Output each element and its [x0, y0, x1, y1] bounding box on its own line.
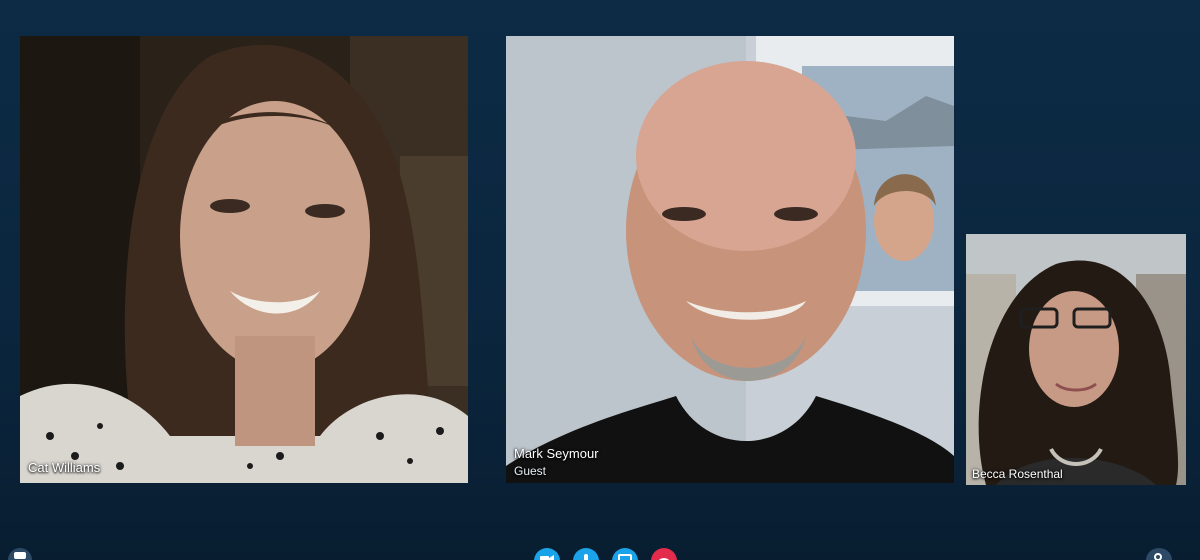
participant-name: Mark Seymour [514, 446, 599, 461]
video-toggle-button[interactable] [534, 548, 560, 560]
microphone-icon [584, 554, 588, 560]
video-tile-mark-seymour[interactable]: Mark Seymour Guest [506, 36, 954, 483]
participant-video-feed [20, 36, 468, 483]
participant-name: Becca Rosenthal [972, 467, 1063, 481]
chat-icon [14, 552, 26, 559]
participant-name: Cat Williams [28, 460, 101, 475]
settings-button[interactable] [1146, 548, 1172, 560]
screen-share-button[interactable] [612, 548, 638, 560]
microphone-toggle-button[interactable] [573, 548, 599, 560]
participant-role: Guest [514, 464, 547, 478]
chat-button[interactable] [8, 548, 32, 560]
screen-share-icon [618, 554, 632, 560]
participant-video-feed [966, 234, 1186, 485]
call-controls [534, 548, 677, 560]
video-tile-cat-williams[interactable]: Cat Williams [20, 36, 468, 483]
video-tile-becca-rosenthal[interactable]: Becca Rosenthal [966, 234, 1186, 485]
participant-video-feed [506, 36, 954, 483]
video-camera-icon [540, 555, 554, 560]
end-call-icon [658, 558, 670, 560]
end-call-button[interactable] [651, 548, 677, 560]
settings-icon [1154, 553, 1162, 560]
